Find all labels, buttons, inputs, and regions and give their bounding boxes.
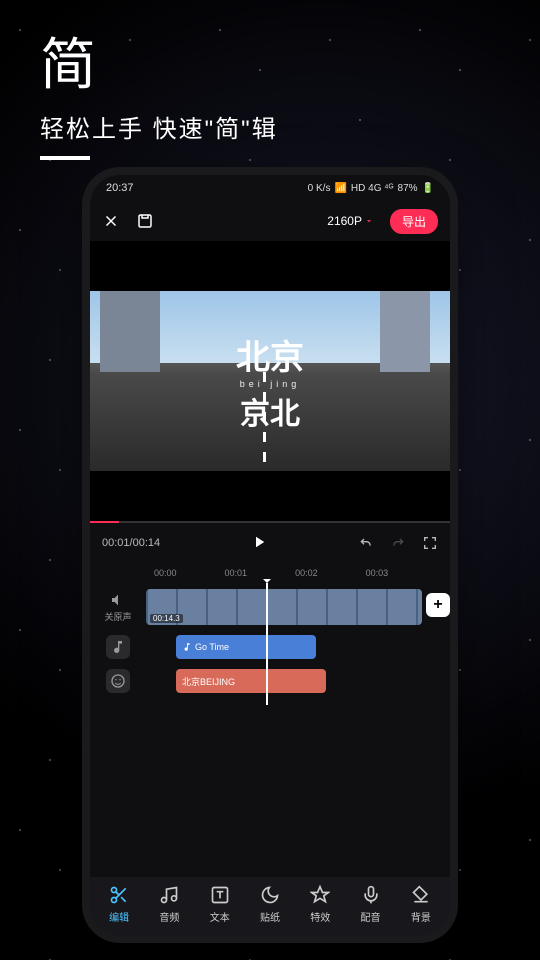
marketing-copy: 简 轻松上手 快速"简"辑: [40, 20, 278, 160]
status-bar: 20:37 0 K/s 📶 HD 4G ⁴ᴳ 87% 🔋: [90, 175, 450, 201]
progress-bar[interactable]: [90, 521, 450, 523]
wifi-icon: 📶: [334, 183, 346, 194]
fullscreen-icon[interactable]: [422, 535, 438, 551]
music-track-icon[interactable]: [106, 635, 130, 659]
tool-text[interactable]: 文本: [198, 885, 242, 924]
mic-icon: [361, 885, 381, 905]
music-icon: [110, 639, 126, 655]
text-icon: [210, 885, 230, 905]
text-clip[interactable]: 北京BEIJING: [176, 669, 326, 693]
accent-underline: [40, 156, 90, 160]
tool-voice[interactable]: 配音: [349, 885, 393, 924]
tool-bg[interactable]: 背景: [399, 885, 443, 924]
tool-sticker[interactable]: 贴纸: [248, 885, 292, 924]
save-icon[interactable]: [136, 212, 154, 230]
music-icon: [159, 885, 179, 905]
text-track[interactable]: 北京BEIJING: [90, 667, 450, 695]
phone-frame: 20:37 0 K/s 📶 HD 4G ⁴ᴳ 87% 🔋 2160P 导出 北京…: [90, 175, 450, 935]
overlay-title: 北京 bei jing 京北: [90, 241, 450, 521]
mute-toggle[interactable]: 关原声: [90, 592, 146, 623]
marketing-subhead: 轻松上手 快速"简"辑: [40, 109, 278, 144]
tool-fx[interactable]: 特效: [298, 885, 342, 924]
scissors-icon: [109, 885, 129, 905]
clock: 20:37: [106, 182, 134, 194]
add-clip-button[interactable]: +: [426, 593, 450, 617]
tool-edit[interactable]: 编辑: [97, 885, 141, 924]
marketing-headline: 简: [40, 20, 278, 101]
video-track[interactable]: 关原声 00:14.3 +: [90, 587, 450, 627]
playback-controls: 00:01/00:14: [90, 523, 450, 563]
smiley-icon: [110, 673, 126, 689]
chevron-down-icon: [364, 216, 374, 226]
time-display: 00:01/00:14: [102, 537, 160, 549]
video-preview[interactable]: 北京 bei jing 京北: [90, 241, 450, 521]
battery-icon: 🔋: [422, 183, 434, 194]
audio-clip[interactable]: Go Time: [176, 635, 316, 659]
tool-bar: 编辑 音频 文本 贴纸 特效 配音 背景: [90, 877, 450, 935]
play-icon[interactable]: [250, 533, 268, 551]
video-clip[interactable]: 00:14.3: [146, 589, 422, 625]
audio-track[interactable]: Go Time: [90, 633, 450, 661]
star-icon: [310, 885, 330, 905]
timeline[interactable]: 关原声 00:14.3 + Go Time: [90, 583, 450, 705]
signal-icon: HD 4G ⁴ᴳ: [351, 183, 394, 194]
tool-audio[interactable]: 音频: [147, 885, 191, 924]
resolution-selector[interactable]: 2160P: [327, 214, 374, 228]
playhead[interactable]: [266, 583, 268, 705]
moon-icon: [260, 885, 280, 905]
redo-icon: [390, 535, 406, 551]
editor-topbar: 2160P 导出: [90, 201, 450, 241]
close-icon[interactable]: [102, 212, 120, 230]
undo-icon[interactable]: [358, 535, 374, 551]
music-note-icon: [182, 642, 192, 652]
bucket-icon: [411, 885, 431, 905]
speaker-icon: [110, 592, 126, 608]
status-icons: 0 K/s 📶 HD 4G ⁴ᴳ 87% 🔋: [308, 183, 434, 194]
export-button[interactable]: 导出: [390, 209, 438, 234]
sticker-track-icon[interactable]: [106, 669, 130, 693]
